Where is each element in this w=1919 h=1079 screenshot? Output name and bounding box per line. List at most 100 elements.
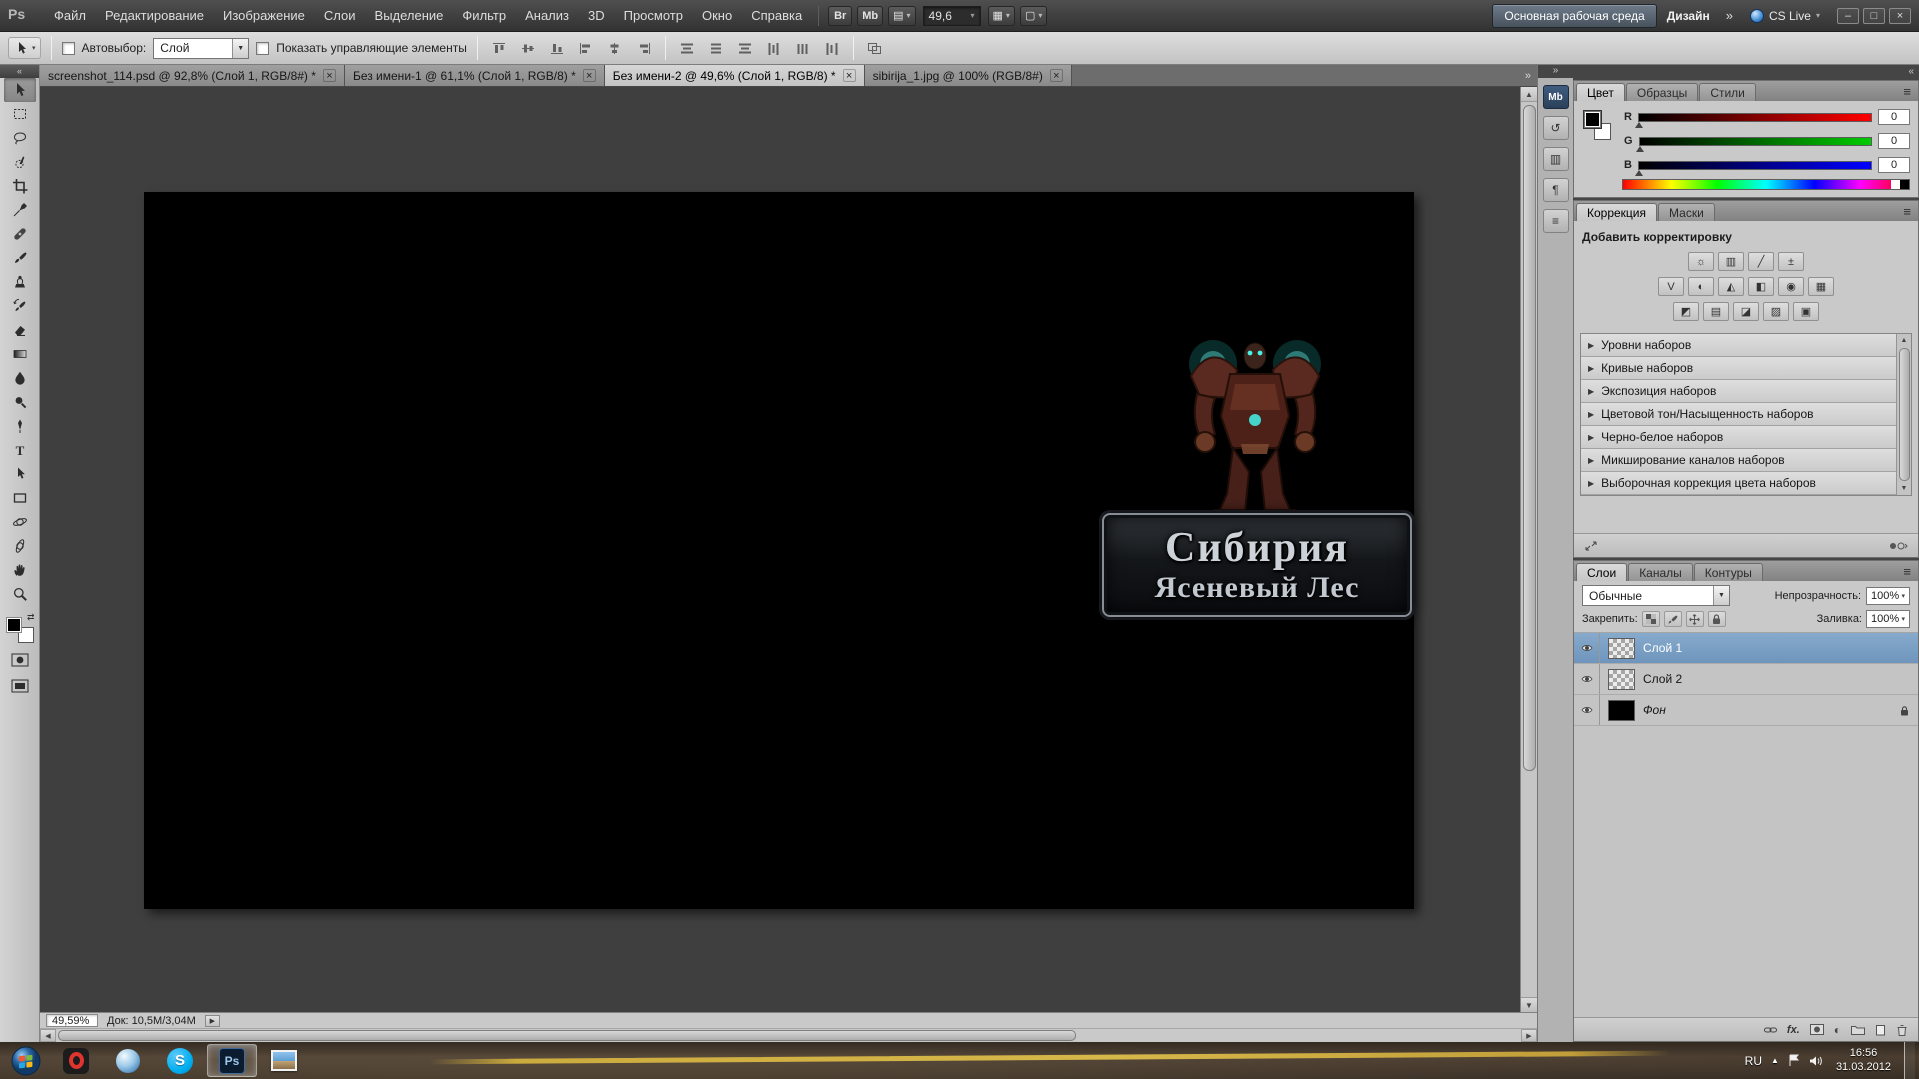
tab-paths[interactable]: Контуры — [1693, 563, 1763, 581]
green-slider-thumb[interactable] — [1635, 145, 1644, 152]
horizontal-scroll-thumb[interactable] — [58, 1030, 1076, 1041]
menu-analysis[interactable]: Анализ — [516, 4, 578, 27]
layer-style-icon[interactable]: fx. — [1787, 1024, 1800, 1036]
close-tab-icon[interactable]: × — [322, 69, 336, 82]
menu-filter[interactable]: Фильтр — [453, 4, 515, 27]
start-button[interactable] — [3, 1044, 49, 1077]
taskbar-clock[interactable]: 16:56 31.03.2012 — [1836, 1047, 1891, 1075]
move-tool[interactable] — [3, 78, 36, 102]
tab-styles[interactable]: Стили — [1699, 83, 1756, 101]
menu-file[interactable]: Файл — [45, 4, 95, 27]
invert-icon[interactable]: ◩ — [1673, 302, 1699, 321]
expand-arrow-icon[interactable]: ▶ — [1588, 341, 1594, 350]
hand-tool[interactable] — [4, 558, 36, 582]
eraser-tool[interactable] — [4, 318, 36, 342]
dodge-tool[interactable] — [4, 390, 36, 414]
workspace-design-button[interactable]: Дизайн — [1658, 5, 1719, 27]
autoselect-target-select[interactable]: Слой ▼ — [153, 37, 250, 59]
layer-thumbnail[interactable] — [1608, 699, 1635, 721]
history-brush-tool[interactable] — [4, 294, 36, 318]
panel-menu-icon[interactable]: ≡ — [1896, 204, 1918, 219]
close-tab-icon[interactable]: × — [582, 69, 596, 82]
threshold-icon[interactable]: ◪ — [1733, 302, 1759, 321]
new-layer-icon[interactable] — [1875, 1024, 1886, 1036]
preset-row-channel-mixer[interactable]: ▶ Микширование каналов наборов — [1581, 449, 1896, 472]
tab-channels[interactable]: Каналы — [1628, 563, 1693, 581]
foreground-color-swatch[interactable] — [1584, 111, 1601, 128]
show-desktop-button[interactable] — [1904, 1042, 1915, 1079]
tab-layers[interactable]: Слои — [1576, 563, 1628, 581]
panel-menu-icon[interactable]: ≡ — [1896, 84, 1918, 99]
quick-mask-button[interactable] — [7, 650, 33, 670]
hidden-icons-button[interactable]: ▲ — [1771, 1056, 1779, 1065]
align-right-edges-button[interactable] — [633, 38, 655, 58]
link-layers-icon[interactable] — [1763, 1025, 1777, 1035]
3d-rotate-tool[interactable] — [4, 510, 36, 534]
action-center-flag-icon[interactable] — [1788, 1054, 1800, 1067]
preset-row-levels[interactable]: ▶ Уровни наборов — [1581, 334, 1896, 357]
brightness-contrast-icon[interactable]: ☼ — [1688, 252, 1714, 271]
tab-swatches[interactable]: Образцы — [1625, 83, 1699, 101]
hue-saturation-icon[interactable]: ◐ — [1688, 277, 1714, 296]
layer-visibility-toggle[interactable] — [1574, 633, 1600, 663]
layer-thumbnail[interactable] — [1608, 637, 1635, 659]
color-spectrum-ramp[interactable] — [1622, 179, 1910, 190]
posterize-icon[interactable]: ▤ — [1703, 302, 1729, 321]
expand-panel-icon[interactable] — [1584, 540, 1598, 552]
scroll-down-icon[interactable]: ▼ — [1521, 997, 1537, 1012]
distribute-horizontal-centers-button[interactable] — [792, 38, 814, 58]
menu-help[interactable]: Справка — [742, 4, 811, 27]
vertical-scrollbar[interactable]: ▲ ▼ — [1520, 87, 1537, 1012]
selective-color-icon[interactable]: ▣ — [1793, 302, 1819, 321]
tab-masks[interactable]: Маски — [1658, 203, 1715, 221]
swap-colors-icon[interactable]: ⇄ — [27, 612, 35, 623]
preset-row-black-white[interactable]: ▶ Черно-белое наборов — [1581, 426, 1896, 449]
fill-field[interactable]: 100% ▾ — [1866, 610, 1910, 628]
add-mask-icon[interactable] — [1809, 1024, 1824, 1035]
menu-window[interactable]: Окно — [693, 4, 741, 27]
blue-slider-thumb[interactable] — [1634, 169, 1643, 176]
expand-arrow-icon[interactable]: ▶ — [1588, 479, 1594, 488]
brush-tool[interactable] — [4, 246, 36, 270]
minimize-button[interactable]: – — [1837, 7, 1859, 24]
path-selection-tool[interactable] — [4, 462, 36, 486]
expand-arrow-icon[interactable]: ▶ — [1588, 456, 1594, 465]
presets-scrollbar[interactable]: ▲ ▼ — [1896, 334, 1911, 495]
menu-edit[interactable]: Редактирование — [96, 4, 213, 27]
opacity-field[interactable]: 100% ▾ — [1866, 586, 1910, 605]
launch-bridge-button[interactable]: Br — [828, 5, 853, 26]
layer-name[interactable]: Слой 1 — [1643, 641, 1682, 655]
document-tab[interactable]: sibirija_1.jpg @ 100% (RGB/8#) × — [864, 65, 1072, 86]
menu-view[interactable]: Просмотр — [615, 4, 692, 27]
align-top-edges-button[interactable] — [488, 38, 510, 58]
volume-icon[interactable] — [1809, 1055, 1823, 1067]
menu-3d[interactable]: 3D — [579, 4, 614, 27]
layer-thumbnail[interactable] — [1608, 668, 1635, 690]
red-value-field[interactable]: 0 — [1878, 109, 1910, 125]
clone-stamp-tool[interactable] — [4, 270, 36, 294]
close-button[interactable]: × — [1889, 7, 1911, 24]
show-transform-controls-checkbox[interactable] — [256, 41, 270, 55]
mini-bridge-panel-button[interactable]: Mb — [1542, 85, 1569, 109]
expand-arrow-icon[interactable]: ▶ — [1588, 364, 1594, 373]
marquee-tool[interactable] — [4, 102, 36, 126]
pen-tool[interactable] — [4, 414, 36, 438]
auto-align-layers-button[interactable] — [864, 38, 886, 58]
zoom-level-field[interactable]: 49,6 ▾ — [922, 5, 981, 26]
layer-visibility-toggle[interactable] — [1574, 695, 1600, 725]
align-vertical-centers-button[interactable] — [517, 38, 539, 58]
tool-preset-picker[interactable]: ▾ — [8, 37, 41, 59]
lock-pixels-button[interactable] — [1663, 611, 1682, 627]
scroll-up-icon[interactable]: ▲ — [1521, 87, 1537, 102]
taskbar-opera-button[interactable] — [51, 1044, 101, 1077]
taskbar-skype-button[interactable]: S — [155, 1044, 205, 1077]
channel-mixer-icon[interactable]: ▦ — [1808, 277, 1834, 296]
launch-mini-bridge-button[interactable]: Mb — [857, 5, 884, 26]
cs-live-button[interactable]: CS Live ▾ — [1749, 8, 1820, 23]
expand-dock-button[interactable]: » — [1538, 65, 1573, 78]
layer-row-layer2[interactable]: Слой 2 — [1574, 664, 1918, 695]
exposure-icon[interactable]: ± — [1778, 252, 1804, 271]
menu-image[interactable]: Изображение — [214, 4, 314, 27]
color-balance-icon[interactable]: ◭ — [1718, 277, 1744, 296]
layer-row-layer1[interactable]: Слой 1 — [1574, 633, 1918, 664]
